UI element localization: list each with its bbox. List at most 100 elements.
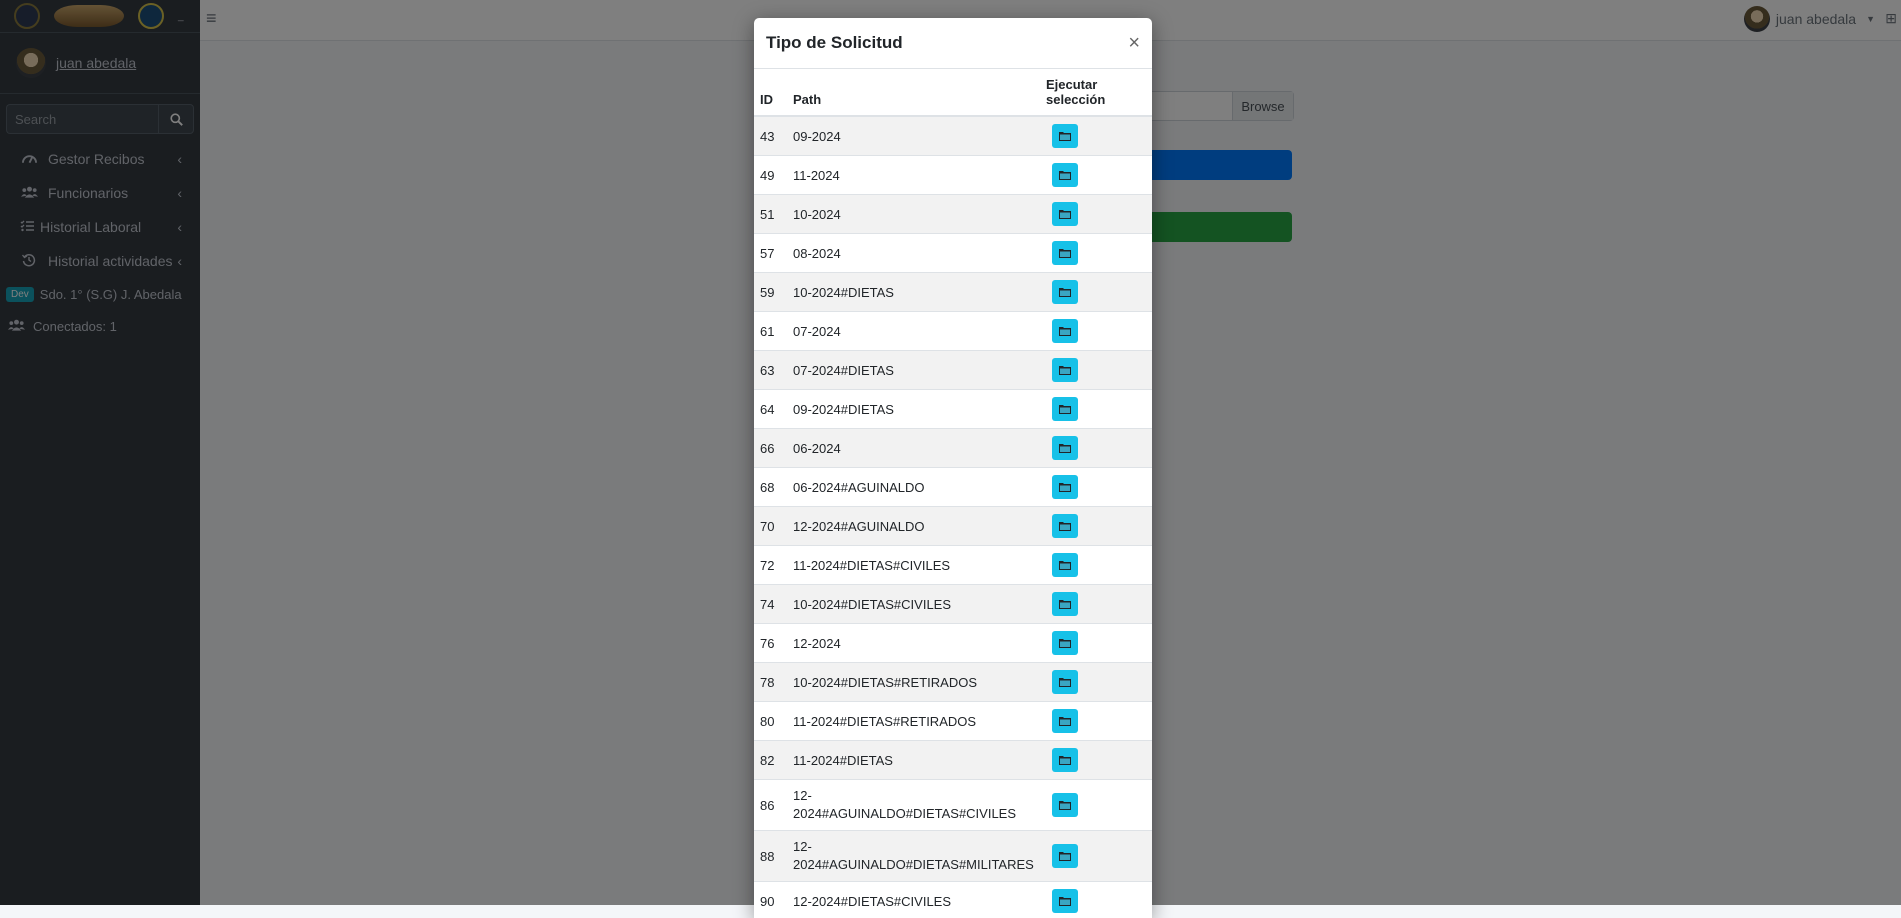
solicitud-table: ID Path Ejecutar selección 4309-20244911… [754,69,1152,918]
row-id: 86 [754,780,787,831]
table-row: 5708-2024 [754,234,1152,273]
row-exec-cell [1040,702,1152,741]
row-path: 07-2024#DIETAS [787,351,1040,390]
row-exec-cell [1040,195,1152,234]
modal-header: Tipo de Solicitud × [754,18,1152,69]
row-path: 12-2024 [787,624,1040,663]
folder-icon [1059,800,1071,810]
select-folder-button[interactable] [1052,793,1078,817]
folder-icon [1059,209,1071,219]
tipo-solicitud-modal: Tipo de Solicitud × ID Path Ejecutar sel… [754,18,1152,918]
table-row: 5910-2024#DIETAS [754,273,1152,312]
row-exec-cell [1040,741,1152,780]
row-exec-cell [1040,546,1152,585]
table-row: 7012-2024#AGUINALDO [754,507,1152,546]
select-folder-button[interactable] [1052,844,1078,868]
row-id: 49 [754,156,787,195]
select-folder-button[interactable] [1052,358,1078,382]
row-path: 06-2024 [787,429,1040,468]
folder-icon [1059,170,1071,180]
select-folder-button[interactable] [1052,475,1078,499]
table-row: 4911-2024 [754,156,1152,195]
row-id: 74 [754,585,787,624]
select-folder-button[interactable] [1052,709,1078,733]
folder-icon [1059,404,1071,414]
table-row: 6409-2024#DIETAS [754,390,1152,429]
row-path: 12-2024#AGUINALDO#DIETAS#MILITARES [787,831,1040,882]
table-row: 4309-2024 [754,116,1152,156]
row-path: 12-2024#AGUINALDO [787,507,1040,546]
folder-icon [1059,482,1071,492]
row-id: 63 [754,351,787,390]
row-path: 09-2024 [787,116,1040,156]
row-id: 88 [754,831,787,882]
row-exec-cell [1040,663,1152,702]
row-path: 09-2024#DIETAS [787,390,1040,429]
table-row: 8612-2024#AGUINALDO#DIETAS#CIVILES [754,780,1152,831]
row-path: 11-2024#DIETAS [787,741,1040,780]
row-exec-cell [1040,351,1152,390]
folder-icon [1059,248,1071,258]
row-path: 10-2024#DIETAS#CIVILES [787,585,1040,624]
row-path: 11-2024#DIETAS#RETIRADOS [787,702,1040,741]
folder-icon [1059,599,1071,609]
select-folder-button[interactable] [1052,631,1078,655]
row-id: 68 [754,468,787,507]
row-path: 11-2024#DIETAS#CIVILES [787,546,1040,585]
table-row: 8812-2024#AGUINALDO#DIETAS#MILITARES [754,831,1152,882]
row-path: 07-2024 [787,312,1040,351]
modal-title: Tipo de Solicitud [766,33,903,53]
table-row: 5110-2024 [754,195,1152,234]
row-id: 76 [754,624,787,663]
row-exec-cell [1040,882,1152,918]
select-folder-button[interactable] [1052,592,1078,616]
table-row: 6107-2024 [754,312,1152,351]
row-id: 64 [754,390,787,429]
row-exec-cell [1040,468,1152,507]
row-exec-cell [1040,390,1152,429]
folder-icon [1059,131,1071,141]
select-folder-button[interactable] [1052,514,1078,538]
row-id: 78 [754,663,787,702]
row-path: 08-2024 [787,234,1040,273]
select-folder-button[interactable] [1052,889,1078,913]
row-id: 43 [754,116,787,156]
row-id: 90 [754,882,787,918]
row-exec-cell [1040,273,1152,312]
row-id: 66 [754,429,787,468]
select-folder-button[interactable] [1052,397,1078,421]
row-path: 11-2024 [787,156,1040,195]
row-id: 80 [754,702,787,741]
select-folder-button[interactable] [1052,241,1078,265]
folder-icon [1059,677,1071,687]
select-folder-button[interactable] [1052,748,1078,772]
table-row: 6806-2024#AGUINALDO [754,468,1152,507]
table-row: 8211-2024#DIETAS [754,741,1152,780]
table-row: 7810-2024#DIETAS#RETIRADOS [754,663,1152,702]
row-id: 72 [754,546,787,585]
folder-icon [1059,638,1071,648]
row-path: 10-2024#DIETAS [787,273,1040,312]
select-folder-button[interactable] [1052,436,1078,460]
row-id: 59 [754,273,787,312]
select-folder-button[interactable] [1052,319,1078,343]
table-body: 4309-20244911-20245110-20245708-20245910… [754,116,1152,918]
folder-icon [1059,365,1071,375]
column-header-id: ID [754,69,787,116]
select-folder-button[interactable] [1052,280,1078,304]
close-icon[interactable]: × [1128,33,1140,53]
row-exec-cell [1040,624,1152,663]
row-exec-cell [1040,780,1152,831]
table-row: 6606-2024 [754,429,1152,468]
select-folder-button[interactable] [1052,553,1078,577]
select-folder-button[interactable] [1052,163,1078,187]
select-folder-button[interactable] [1052,124,1078,148]
select-folder-button[interactable] [1052,670,1078,694]
folder-icon [1059,851,1071,861]
table-header-row: ID Path Ejecutar selección [754,69,1152,116]
folder-icon [1059,521,1071,531]
table-row: 6307-2024#DIETAS [754,351,1152,390]
column-header-exec: Ejecutar selección [1040,69,1152,116]
folder-icon [1059,755,1071,765]
select-folder-button[interactable] [1052,202,1078,226]
